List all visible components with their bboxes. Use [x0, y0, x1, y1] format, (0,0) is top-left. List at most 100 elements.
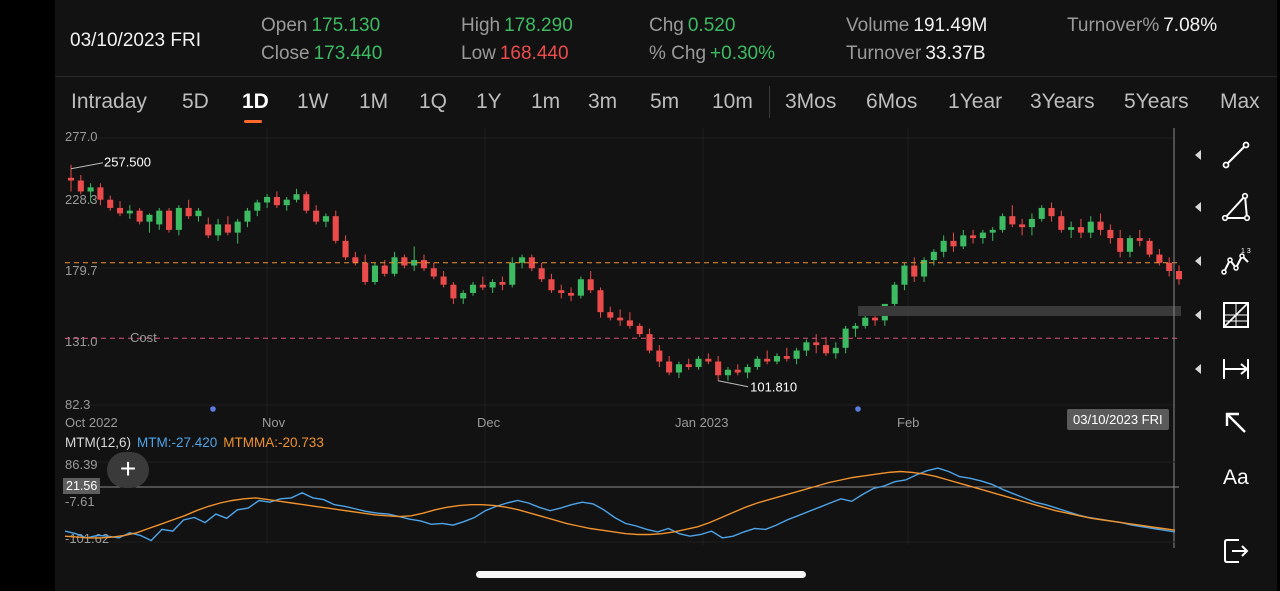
candle-body [146, 214, 153, 222]
chart-overlays: 257.500 101.810 Cost [65, 128, 1181, 548]
candle-body [793, 350, 800, 359]
y-axis-label: 82.3 [65, 397, 90, 412]
expand-arrow-icon [1195, 202, 1201, 212]
triangle-tool[interactable] [1193, 182, 1277, 232]
candle-body [224, 224, 231, 233]
candle-body [489, 281, 496, 288]
candle-body [999, 216, 1006, 230]
candle-body [852, 325, 859, 329]
candle-body [773, 356, 781, 362]
candle-body [175, 207, 182, 230]
candle-body [1126, 238, 1134, 252]
candle-body [156, 210, 163, 225]
add-indicator-button[interactable]: + [107, 452, 149, 488]
candle-body [460, 292, 467, 299]
fibonacci-box-tool-icon [1223, 302, 1249, 328]
candle-body [724, 369, 731, 376]
triangle-tool-icon [1221, 192, 1251, 222]
candle-body [136, 210, 143, 222]
min-pointer-line [718, 380, 749, 388]
candle-body [607, 312, 614, 318]
event-marker-dot [855, 406, 861, 412]
candle-body [479, 284, 486, 288]
home-indicator-bar[interactable] [476, 571, 806, 578]
candle-body [244, 210, 251, 222]
x-axis-label: Jan 2023 [675, 415, 729, 430]
drawing-toolbar: 1 3 Aa [1193, 128, 1277, 588]
candle-body [313, 210, 320, 222]
candle-body [1028, 218, 1035, 228]
max-pointer-line [70, 162, 104, 170]
svg-text:1 3: 1 3 [1241, 248, 1251, 255]
candle-body [950, 240, 957, 247]
candle-body [116, 207, 124, 214]
text-tool-label: Aa [1223, 466, 1249, 489]
stock-chart-screen: 03/10/2023 FRI Open 175.130 Close 173.440 … [55, 0, 1277, 591]
candle-body [97, 187, 104, 200]
candle-body [675, 364, 682, 373]
candle-body [538, 268, 545, 280]
candle-body [499, 281, 506, 285]
candle-body [381, 265, 388, 274]
candle-body [656, 350, 663, 362]
candle-body [1087, 221, 1094, 233]
candle-body [1038, 207, 1045, 219]
candle-body [911, 265, 918, 277]
candle-body [979, 232, 986, 239]
candle-body [185, 207, 192, 217]
candle-body [469, 284, 477, 293]
candle-body [1097, 221, 1104, 230]
candle-body [430, 268, 437, 277]
candle-body [822, 345, 830, 354]
fibonacci-box-tool[interactable] [1193, 290, 1277, 340]
candle-body [666, 361, 673, 373]
candle-body [1146, 240, 1153, 255]
candle-body [970, 235, 977, 239]
candle-body [166, 210, 173, 230]
candle-body [450, 284, 457, 299]
candle-body [960, 235, 967, 247]
indicator-crosshair-value: 21.56 [63, 478, 101, 494]
event-marker-dot [210, 406, 216, 412]
x-axis-label: Nov [262, 415, 286, 430]
y-axis-label: 277.0 [65, 129, 98, 144]
range-measure-tool[interactable] [1193, 344, 1277, 394]
candle-body [705, 358, 712, 362]
candle-body [754, 358, 761, 368]
candle-body [87, 187, 94, 192]
trend-line-tool[interactable] [1193, 130, 1277, 180]
candle-body [636, 325, 643, 335]
mtmma-line [64, 470, 1176, 539]
x-axis-label: Oct 2022 [65, 415, 118, 430]
mtm-value: MTM:-27.420 [137, 435, 218, 450]
candle-body [519, 257, 526, 263]
candle-body [273, 196, 280, 206]
candle-body [1009, 216, 1016, 225]
mtmma-value: MTMMA:-20.733 [223, 435, 324, 450]
expand-arrow-icon [1195, 310, 1201, 320]
arrow-tool[interactable] [1193, 398, 1277, 448]
text-tool[interactable]: Aa [1193, 454, 1277, 504]
wave-pattern-tool[interactable]: 1 3 [1193, 236, 1277, 286]
mtm-indicator-panel: 86.39-7.61-101.62 [64, 457, 1179, 546]
candle-body [1107, 229, 1114, 239]
candle-body [891, 284, 898, 304]
candle-body [420, 260, 428, 269]
candle-body [1175, 271, 1183, 280]
candle-body [617, 317, 624, 321]
exit-drawing-tool[interactable] [1193, 526, 1277, 576]
candle-body [813, 342, 820, 346]
candle-body [195, 210, 202, 217]
x-axis-label: Feb [897, 415, 919, 430]
candle-body [440, 276, 447, 285]
candle-body [989, 229, 996, 233]
max-price-label: 257.500 [104, 155, 151, 170]
candle-body [371, 265, 379, 282]
y-axis-label: 179.7 [65, 263, 98, 278]
y-axis-label: 228.3 [65, 192, 98, 207]
candle-body [107, 199, 114, 208]
mtm-line [64, 467, 1176, 542]
crosshair-date-tag: 03/10/2023 FRI [1067, 409, 1169, 430]
price-chart[interactable]: 277.0 228.3 179.7 131.0 82.3 Oct 2022 Nov Dec Ja… [55, 0, 1277, 591]
candle-body [215, 224, 222, 236]
